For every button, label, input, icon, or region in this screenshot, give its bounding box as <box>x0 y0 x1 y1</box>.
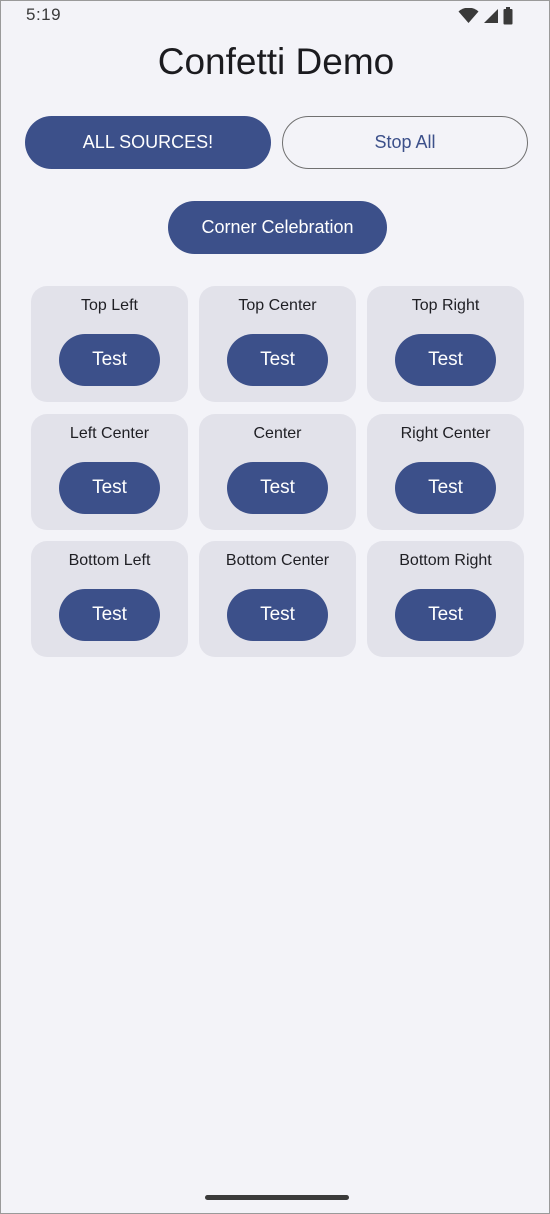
source-card-center: Center Test <box>199 414 356 530</box>
all-sources-label: ALL SOURCES! <box>82 132 214 152</box>
source-card-top-center: Top Center Test <box>199 286 356 402</box>
test-button-bottom-right[interactable]: Test <box>395 589 496 641</box>
test-button-top-left[interactable]: Test <box>59 334 160 386</box>
status-icons <box>458 7 513 30</box>
page-title: Confetti Demo <box>157 41 395 82</box>
wifi-icon <box>458 7 479 29</box>
battery-icon <box>503 7 513 30</box>
test-button-right-center[interactable]: Test <box>395 462 496 514</box>
status-time: 5:19 <box>26 5 62 24</box>
source-card-left-center: Left Center Test <box>31 414 188 530</box>
stop-all-button[interactable]: Stop All <box>282 116 528 169</box>
card-label: Right Center <box>400 425 491 442</box>
card-label: Top Center <box>238 297 317 314</box>
app-screen: 5:19 Confetti Demo ALL SOURCES! Stop All… <box>0 0 550 1214</box>
card-label: Left Center <box>69 425 150 442</box>
cellular-signal-icon <box>483 8 499 29</box>
source-card-top-right: Top Right Test <box>367 286 524 402</box>
status-bar: 5:19 <box>1 1 550 31</box>
source-card-bottom-center: Bottom Center Test <box>199 541 356 657</box>
stop-all-label: Stop All <box>374 132 436 152</box>
source-card-bottom-left: Bottom Left Test <box>31 541 188 657</box>
card-label: Top Left <box>81 297 138 314</box>
card-label: Center <box>253 425 302 442</box>
test-button-top-center[interactable]: Test <box>227 334 328 386</box>
test-button-center[interactable]: Test <box>227 462 328 514</box>
source-card-right-center: Right Center Test <box>367 414 524 530</box>
home-indicator[interactable] <box>205 1195 349 1200</box>
card-label: Top Right <box>411 297 480 314</box>
test-button-left-center[interactable]: Test <box>59 462 160 514</box>
card-label: Bottom Left <box>68 552 151 569</box>
corner-celebration-label: Corner Celebration <box>201 217 354 237</box>
test-button-bottom-center[interactable]: Test <box>227 589 328 641</box>
test-button-bottom-left[interactable]: Test <box>59 589 160 641</box>
card-label: Bottom Right <box>399 552 492 569</box>
test-button-top-right[interactable]: Test <box>395 334 496 386</box>
all-sources-button[interactable]: ALL SOURCES! <box>25 116 271 169</box>
corner-celebration-button[interactable]: Corner Celebration <box>168 201 387 254</box>
source-card-bottom-right: Bottom Right Test <box>367 541 524 657</box>
card-label: Bottom Center <box>225 552 330 569</box>
source-card-top-left: Top Left Test <box>31 286 188 402</box>
